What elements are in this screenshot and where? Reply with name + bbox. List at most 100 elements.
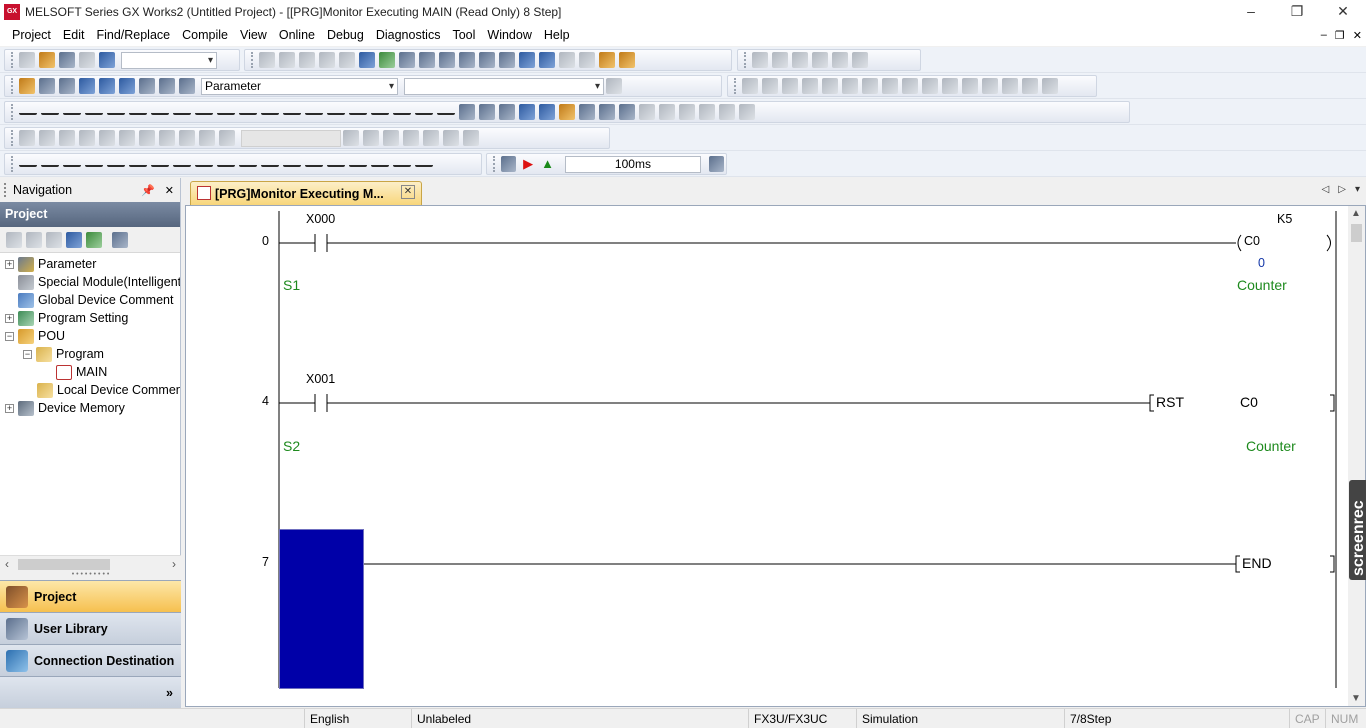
navigation-window-icon[interactable] [19, 78, 35, 94]
list-icon[interactable] [699, 104, 715, 120]
ladder-tool-icon[interactable] [772, 52, 788, 68]
note-edit-icon[interactable] [499, 104, 515, 120]
ladder-symbol-icon[interactable] [195, 157, 213, 167]
ladder-symbol-icon[interactable] [349, 157, 367, 167]
note-icon[interactable] [599, 52, 615, 68]
display-format-icon[interactable] [782, 78, 798, 94]
sfc-tool-icon[interactable] [403, 130, 419, 146]
parameter-combo[interactable]: Parameter [201, 77, 398, 95]
ladder-symbol-icon[interactable] [63, 157, 81, 167]
nav-button-connection-destination[interactable]: Connection Destination [0, 644, 181, 676]
binoculars-icon[interactable] [179, 78, 195, 94]
write-plc-icon[interactable] [439, 52, 455, 68]
read-device-icon[interactable] [359, 52, 375, 68]
line-icon[interactable] [371, 105, 389, 115]
falling-branch-icon[interactable] [305, 105, 323, 115]
pane-splitter[interactable]: • • • • • • • • • [0, 571, 181, 580]
copy-data-icon[interactable] [26, 231, 42, 248]
sfc-tool-icon[interactable] [219, 130, 235, 146]
display-format-icon[interactable] [822, 78, 838, 94]
ladder-tool-icon[interactable] [812, 52, 828, 68]
pulse-operation-icon[interactable] [327, 105, 345, 115]
element-selection-icon[interactable] [39, 78, 55, 94]
end-instruction[interactable]: END [1242, 555, 1272, 571]
search-icon[interactable] [619, 104, 635, 120]
device-list-icon[interactable] [519, 52, 535, 68]
sfc-tool-icon[interactable] [443, 130, 459, 146]
statement-icon[interactable] [579, 52, 595, 68]
falling-pulse-icon[interactable] [261, 105, 279, 115]
monitor-start-icon[interactable] [500, 156, 517, 172]
scroll-up-icon[interactable]: ▲ [1351, 208, 1361, 219]
rising-pulse-icon[interactable] [239, 105, 257, 115]
read-plc-icon[interactable] [419, 52, 435, 68]
ladder-symbol-icon[interactable] [19, 157, 37, 167]
ladder-view-icon[interactable] [539, 104, 555, 120]
menu-project[interactable]: Project [6, 28, 57, 42]
sfc-tool-icon[interactable] [363, 130, 379, 146]
tab-close-icon[interactable]: ✕ [401, 185, 415, 199]
redo-icon[interactable] [339, 52, 355, 68]
tab-prev-icon[interactable]: ◁ [1322, 184, 1330, 195]
delete-data-icon[interactable] [46, 231, 62, 248]
sfc-tool-icon[interactable] [343, 130, 359, 146]
display-format-icon[interactable] [922, 78, 938, 94]
horizontal-line-icon[interactable] [151, 105, 169, 115]
tree-item-global-device-comment[interactable]: Global Device Comment [18, 291, 173, 309]
expand-icon[interactable]: + [5, 313, 14, 323]
comment-icon[interactable] [559, 52, 575, 68]
zoom-icon[interactable] [559, 104, 575, 120]
refresh-icon[interactable] [86, 231, 102, 248]
ladder-symbol-icon[interactable] [129, 157, 147, 167]
counter-setting-value[interactable]: K5 [1277, 212, 1292, 226]
minimize-icon[interactable]: – [1228, 0, 1274, 24]
ladder-symbol-icon[interactable] [371, 157, 389, 167]
ladder-symbol-icon[interactable] [415, 157, 433, 167]
ladder-tool-icon[interactable] [852, 52, 868, 68]
ladder-symbol-icon[interactable] [393, 157, 411, 167]
new-data-icon[interactable] [6, 231, 22, 248]
tree-item-special-module[interactable]: Special Module(Intelligent [18, 273, 180, 291]
ladder-symbol-icon[interactable] [173, 157, 191, 167]
menu-diagnostics[interactable]: Diagnostics [370, 28, 447, 42]
coil-device[interactable]: C0 [1244, 234, 1260, 248]
rising-branch-icon[interactable] [283, 105, 301, 115]
pin-icon[interactable]: 📌 [141, 184, 155, 197]
sfc-tool-icon[interactable] [119, 130, 135, 146]
ladder-symbol-icon[interactable] [305, 157, 323, 167]
menu-online[interactable]: Online [273, 28, 321, 42]
list-icon[interactable] [679, 104, 695, 120]
display-format-icon[interactable] [762, 78, 778, 94]
tree-item-program[interactable]: − Program [23, 345, 104, 363]
list-icon[interactable] [659, 104, 675, 120]
vertical-line-icon[interactable] [173, 105, 191, 115]
zoom-icon[interactable] [579, 104, 595, 120]
ladder-editor[interactable]: 0 X000 S1 K5 C0 0 Counter 4 X001 S2 RST … [185, 205, 1366, 707]
write-device-icon[interactable] [379, 52, 395, 68]
display-format-icon[interactable] [882, 78, 898, 94]
verify-icon[interactable] [399, 52, 415, 68]
device-icon[interactable] [606, 78, 622, 94]
ladder-symbol-icon[interactable] [107, 157, 125, 167]
mdi-restore-icon[interactable]: ❐ [1335, 29, 1345, 42]
ladder-symbol-icon[interactable] [327, 157, 345, 167]
delete-vertical-icon[interactable] [217, 105, 235, 115]
tab-next-icon[interactable]: ▷ [1338, 184, 1346, 195]
list-icon[interactable] [719, 104, 735, 120]
open-branch-icon[interactable] [41, 105, 59, 115]
expand-icon[interactable]: + [5, 403, 14, 413]
instruction-operand[interactable]: C0 [1240, 394, 1258, 410]
ladder-symbol-icon[interactable] [261, 157, 279, 167]
menu-find-replace[interactable]: Find/Replace [90, 28, 176, 42]
close-branch-icon[interactable] [85, 105, 103, 115]
close-icon[interactable]: ✕ [1320, 0, 1366, 24]
pane-close-icon[interactable]: ✕ [165, 184, 174, 197]
replace-icon[interactable] [499, 52, 515, 68]
copy-icon[interactable] [279, 52, 295, 68]
help-icon[interactable] [99, 52, 115, 68]
menu-edit[interactable]: Edit [57, 28, 91, 42]
output-icon[interactable] [59, 78, 75, 94]
sfc-tool-icon[interactable] [383, 130, 399, 146]
tree-item-local-device-comment[interactable]: Local Device Commen [37, 381, 180, 399]
menu-compile[interactable]: Compile [176, 28, 234, 42]
